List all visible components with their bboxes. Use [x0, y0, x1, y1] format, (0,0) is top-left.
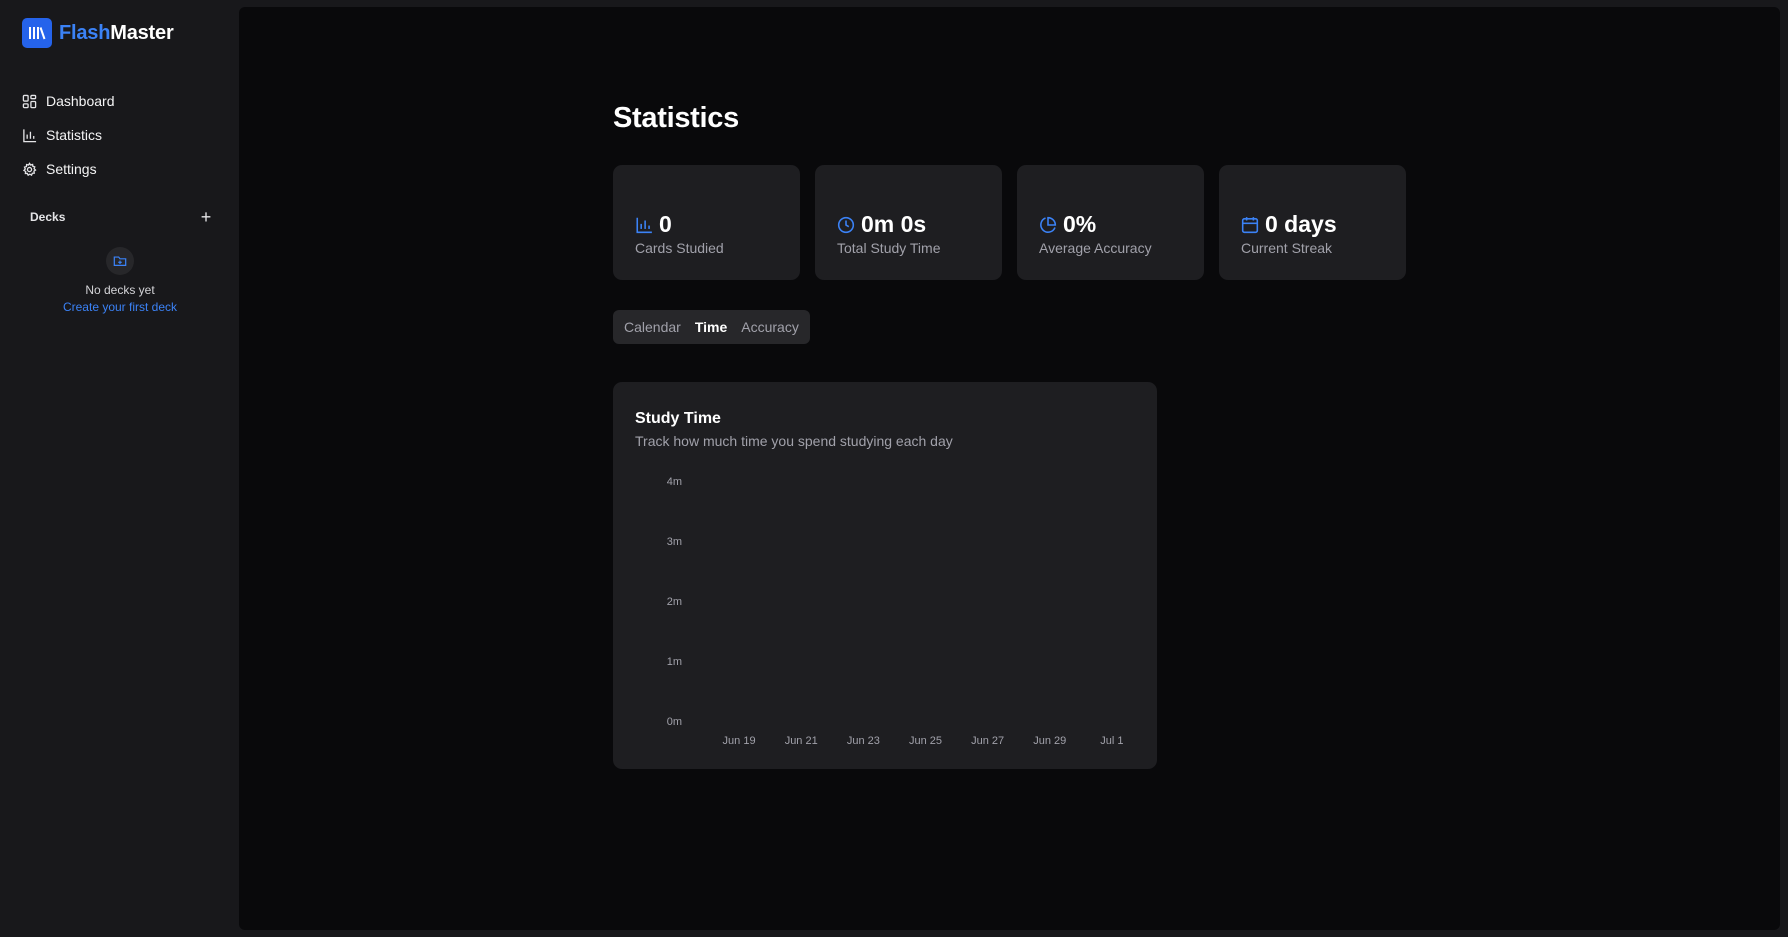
y-tick-label: 1m	[667, 656, 682, 668]
bar-chart-icon	[23, 128, 37, 142]
sidebar-nav: Dashboard Statistics Settings	[22, 84, 222, 186]
sidebar-item-label: Settings	[46, 161, 97, 177]
stat-label: Total Study Time	[837, 240, 941, 256]
folder-plus-icon	[106, 247, 134, 275]
sidebar-item-label: Dashboard	[46, 93, 115, 109]
stat-value: 0 days	[1265, 211, 1337, 237]
sidebar: FlashMaster Dashboard Statistics Setting…	[0, 0, 239, 937]
brand[interactable]: FlashMaster	[22, 18, 174, 48]
library-icon	[22, 18, 52, 48]
stat-value: 0m 0s	[861, 211, 927, 237]
x-tick-label: Jun 25	[909, 735, 942, 747]
y-tick-label: 4m	[667, 476, 682, 488]
y-tick-label: 0m	[667, 716, 682, 728]
calendar-icon	[1241, 216, 1259, 233]
pie-chart-icon	[1040, 216, 1057, 233]
brand-name: FlashMaster	[59, 22, 174, 45]
grid-icon	[22, 94, 37, 108]
tab-time[interactable]: Time	[688, 310, 734, 344]
x-tick-label: Jul 1	[1100, 735, 1123, 747]
stat-card-current-streak: 0 days Current Streak	[1219, 165, 1406, 280]
study-time-card: Study Time Track how much time you spend…	[613, 382, 1157, 769]
page-title: Statistics	[613, 102, 739, 134]
stat-value: 0	[659, 211, 672, 237]
brand-name-part2: Master	[110, 21, 174, 44]
decks-header: Decks +	[30, 206, 214, 228]
empty-decks: No decks yet Create your first deck	[30, 247, 210, 316]
x-tick-label: Jun 29	[1033, 735, 1066, 747]
x-tick-label: Jun 21	[785, 735, 818, 747]
sidebar-item-dashboard[interactable]: Dashboard	[22, 84, 222, 118]
create-first-deck-link[interactable]: Create your first deck	[30, 299, 210, 316]
add-deck-button[interactable]: +	[198, 208, 214, 226]
stat-card-total-study-time: 0m 0s Total Study Time	[815, 165, 1002, 280]
sidebar-item-settings[interactable]: Settings	[22, 152, 222, 186]
stat-label: Current Streak	[1241, 240, 1333, 256]
stat-label: Average Accuracy	[1039, 240, 1152, 256]
y-tick-label: 3m	[667, 536, 682, 548]
stats-tabs: Calendar Time Accuracy	[613, 310, 810, 344]
tab-accuracy[interactable]: Accuracy	[734, 310, 806, 344]
empty-decks-text: No decks yet	[85, 283, 155, 297]
x-tick-label: Jun 19	[723, 735, 756, 747]
brand-name-part1: Flash	[59, 21, 111, 44]
main-content: Statistics 0 Cards Studied 0m 0s Total S…	[239, 7, 1780, 930]
gear-icon	[22, 161, 37, 176]
bar-chart-icon	[636, 217, 652, 233]
stat-card-average-accuracy: 0% Average Accuracy	[1017, 165, 1204, 280]
stat-card-cards-studied: 0 Cards Studied	[613, 165, 800, 280]
clock-icon	[837, 216, 855, 233]
stat-label: Cards Studied	[635, 240, 724, 256]
decks-title: Decks	[30, 210, 66, 224]
x-tick-label: Jun 27	[971, 735, 1004, 747]
tab-calendar[interactable]: Calendar	[617, 310, 688, 344]
y-tick-label: 2m	[667, 596, 682, 608]
study-time-chart: 0m 1m 2m 3m 4m Jun 19 Jun 21 Jun 23 Jun 25 Jun 27…	[667, 476, 1124, 747]
x-tick-label: Jun 23	[847, 735, 880, 747]
sidebar-item-label: Statistics	[46, 127, 103, 143]
sidebar-item-statistics[interactable]: Statistics	[22, 118, 222, 152]
stat-value: 0%	[1063, 211, 1097, 237]
